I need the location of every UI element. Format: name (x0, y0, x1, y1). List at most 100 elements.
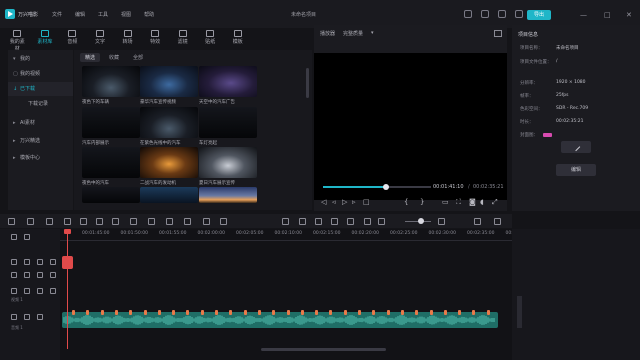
beat-marker[interactable] (114, 310, 118, 315)
beat-marker[interactable] (343, 310, 347, 315)
beat-marker[interactable] (243, 310, 247, 315)
mark-out-icon[interactable]: } (420, 198, 424, 206)
media-thumbnail[interactable] (82, 147, 140, 178)
media-thumbnail[interactable] (82, 187, 140, 203)
beat-marker[interactable] (86, 310, 90, 315)
beat-marker[interactable] (100, 310, 104, 315)
layout-grid-icon[interactable] (474, 218, 481, 225)
beat-marker[interactable] (400, 310, 404, 315)
select-icon[interactable] (27, 218, 34, 225)
image-icon[interactable] (364, 218, 371, 225)
color-icon[interactable] (166, 218, 173, 225)
sidebar-item-download-history[interactable]: 下载记录 (8, 97, 73, 111)
camera-icon[interactable]: ◙ (469, 198, 476, 206)
tab-all[interactable]: 全部 (128, 53, 148, 62)
text-tool-icon[interactable] (148, 218, 155, 225)
beat-marker[interactable] (329, 310, 333, 315)
eye-icon[interactable] (37, 259, 43, 265)
toolbar-effects[interactable]: 特效 (146, 30, 165, 46)
split-icon[interactable] (96, 218, 103, 225)
mark-in-icon[interactable]: { (404, 198, 408, 206)
sidebar-item-mine[interactable]: ▾ 我的 (8, 52, 73, 66)
menu-help[interactable]: 帮助 (144, 11, 154, 18)
lock-icon[interactable] (24, 259, 30, 265)
beat-marker[interactable] (257, 310, 261, 315)
toolbar-filters[interactable]: 滤镜 (173, 30, 192, 46)
media-scrollbar[interactable] (306, 68, 309, 98)
toolbar-stickers[interactable]: 贴纸 (201, 30, 220, 46)
shield-icon[interactable] (299, 218, 306, 225)
volume-icon[interactable]: ◖ (480, 198, 484, 206)
beat-marker[interactable] (129, 310, 133, 315)
user-icon[interactable] (464, 10, 472, 18)
media-thumbnail[interactable] (199, 107, 257, 138)
playback-progress[interactable] (323, 184, 431, 190)
sidebar-item-my-videos[interactable]: ▢ 我的视频 (8, 67, 73, 81)
menu-edit[interactable]: 编辑 (75, 11, 85, 18)
speaker-icon[interactable] (37, 314, 43, 320)
export-button[interactable]: 导出 (527, 10, 551, 20)
media-thumbnail[interactable] (199, 147, 257, 178)
more-icon[interactable] (494, 218, 501, 225)
beat-marker[interactable] (358, 310, 361, 315)
media-thumbnail[interactable] (140, 147, 198, 178)
media-thumbnail[interactable] (199, 66, 257, 97)
redo-icon[interactable] (64, 218, 71, 225)
minimize-icon[interactable]: — (580, 11, 587, 19)
toolbar-audio[interactable]: 音频 (63, 30, 82, 46)
eye-icon[interactable] (37, 272, 43, 278)
undo-icon[interactable] (46, 218, 53, 225)
sidebar-item-templates[interactable]: ▸ 模板中心 (8, 151, 73, 165)
edit-cover-button[interactable] (561, 141, 591, 153)
beat-marker[interactable] (229, 310, 233, 315)
sidebar-item-ai-media[interactable]: ▸ AI素材 (8, 116, 73, 130)
list-icon[interactable] (331, 218, 338, 225)
mute-icon[interactable] (50, 288, 56, 294)
toolbar-transitions[interactable]: 转场 (118, 30, 137, 46)
lock-icon[interactable] (24, 288, 30, 294)
timeline-scrollbar[interactable] (261, 348, 386, 351)
media-thumbnail[interactable] (82, 107, 140, 138)
beat-marker[interactable] (472, 310, 476, 315)
toolbar-my-media[interactable]: 我的素材 (8, 30, 27, 52)
notification-icon[interactable] (481, 10, 489, 18)
maximize-icon[interactable]: □ (604, 11, 611, 19)
beat-marker[interactable] (372, 310, 376, 315)
expand-icon[interactable]: ⤢ (492, 198, 498, 207)
audio-clip[interactable] (62, 312, 498, 328)
mute-icon[interactable] (50, 272, 56, 278)
media-thumbnail[interactable] (140, 187, 198, 203)
cover-thumbnail[interactable] (543, 133, 552, 137)
step-back-icon[interactable]: ◃ (332, 198, 336, 206)
beat-marker[interactable] (215, 310, 218, 315)
toolbar-text[interactable]: 文字 (91, 30, 110, 46)
audio-split-icon[interactable] (130, 218, 137, 225)
media-thumbnail[interactable] (199, 187, 257, 203)
mute-icon[interactable] (50, 259, 56, 265)
crop-icon[interactable] (112, 218, 119, 225)
play-icon[interactable]: ▷ (342, 198, 347, 206)
progress-knob[interactable] (382, 184, 389, 190)
add-track-icon[interactable] (11, 234, 17, 240)
snapshot-icon[interactable] (494, 30, 502, 37)
render-icon[interactable] (282, 218, 289, 225)
adjust-icon[interactable] (203, 218, 210, 225)
beat-marker[interactable] (458, 310, 462, 315)
beat-marker[interactable] (386, 310, 390, 315)
prev-frame-icon[interactable]: ◁ (321, 198, 326, 206)
microphone-icon[interactable] (315, 218, 322, 225)
delete-icon[interactable] (80, 218, 87, 225)
beat-marker[interactable] (272, 310, 276, 315)
link-icon[interactable] (24, 234, 30, 240)
cloud-icon[interactable] (498, 10, 506, 18)
next-frame-icon[interactable]: ▹ (352, 198, 356, 206)
menu-view[interactable]: 视图 (121, 11, 131, 18)
beat-marker[interactable] (486, 310, 490, 315)
timeline-ruler[interactable]: 00:01:45:00 00:01:50:00 00:01:55:00 00:02:0… (60, 229, 523, 241)
lock-icon[interactable] (24, 314, 30, 320)
close-icon[interactable]: ✕ (626, 11, 632, 19)
sidebar-item-featured[interactable]: ▸ 万兴精选 (8, 134, 73, 148)
media-thumbnail[interactable] (140, 107, 198, 138)
sidebar-item-downloaded[interactable]: ↓ 已下载 (8, 82, 73, 96)
quality-select[interactable]: 完整质量 (343, 30, 363, 37)
